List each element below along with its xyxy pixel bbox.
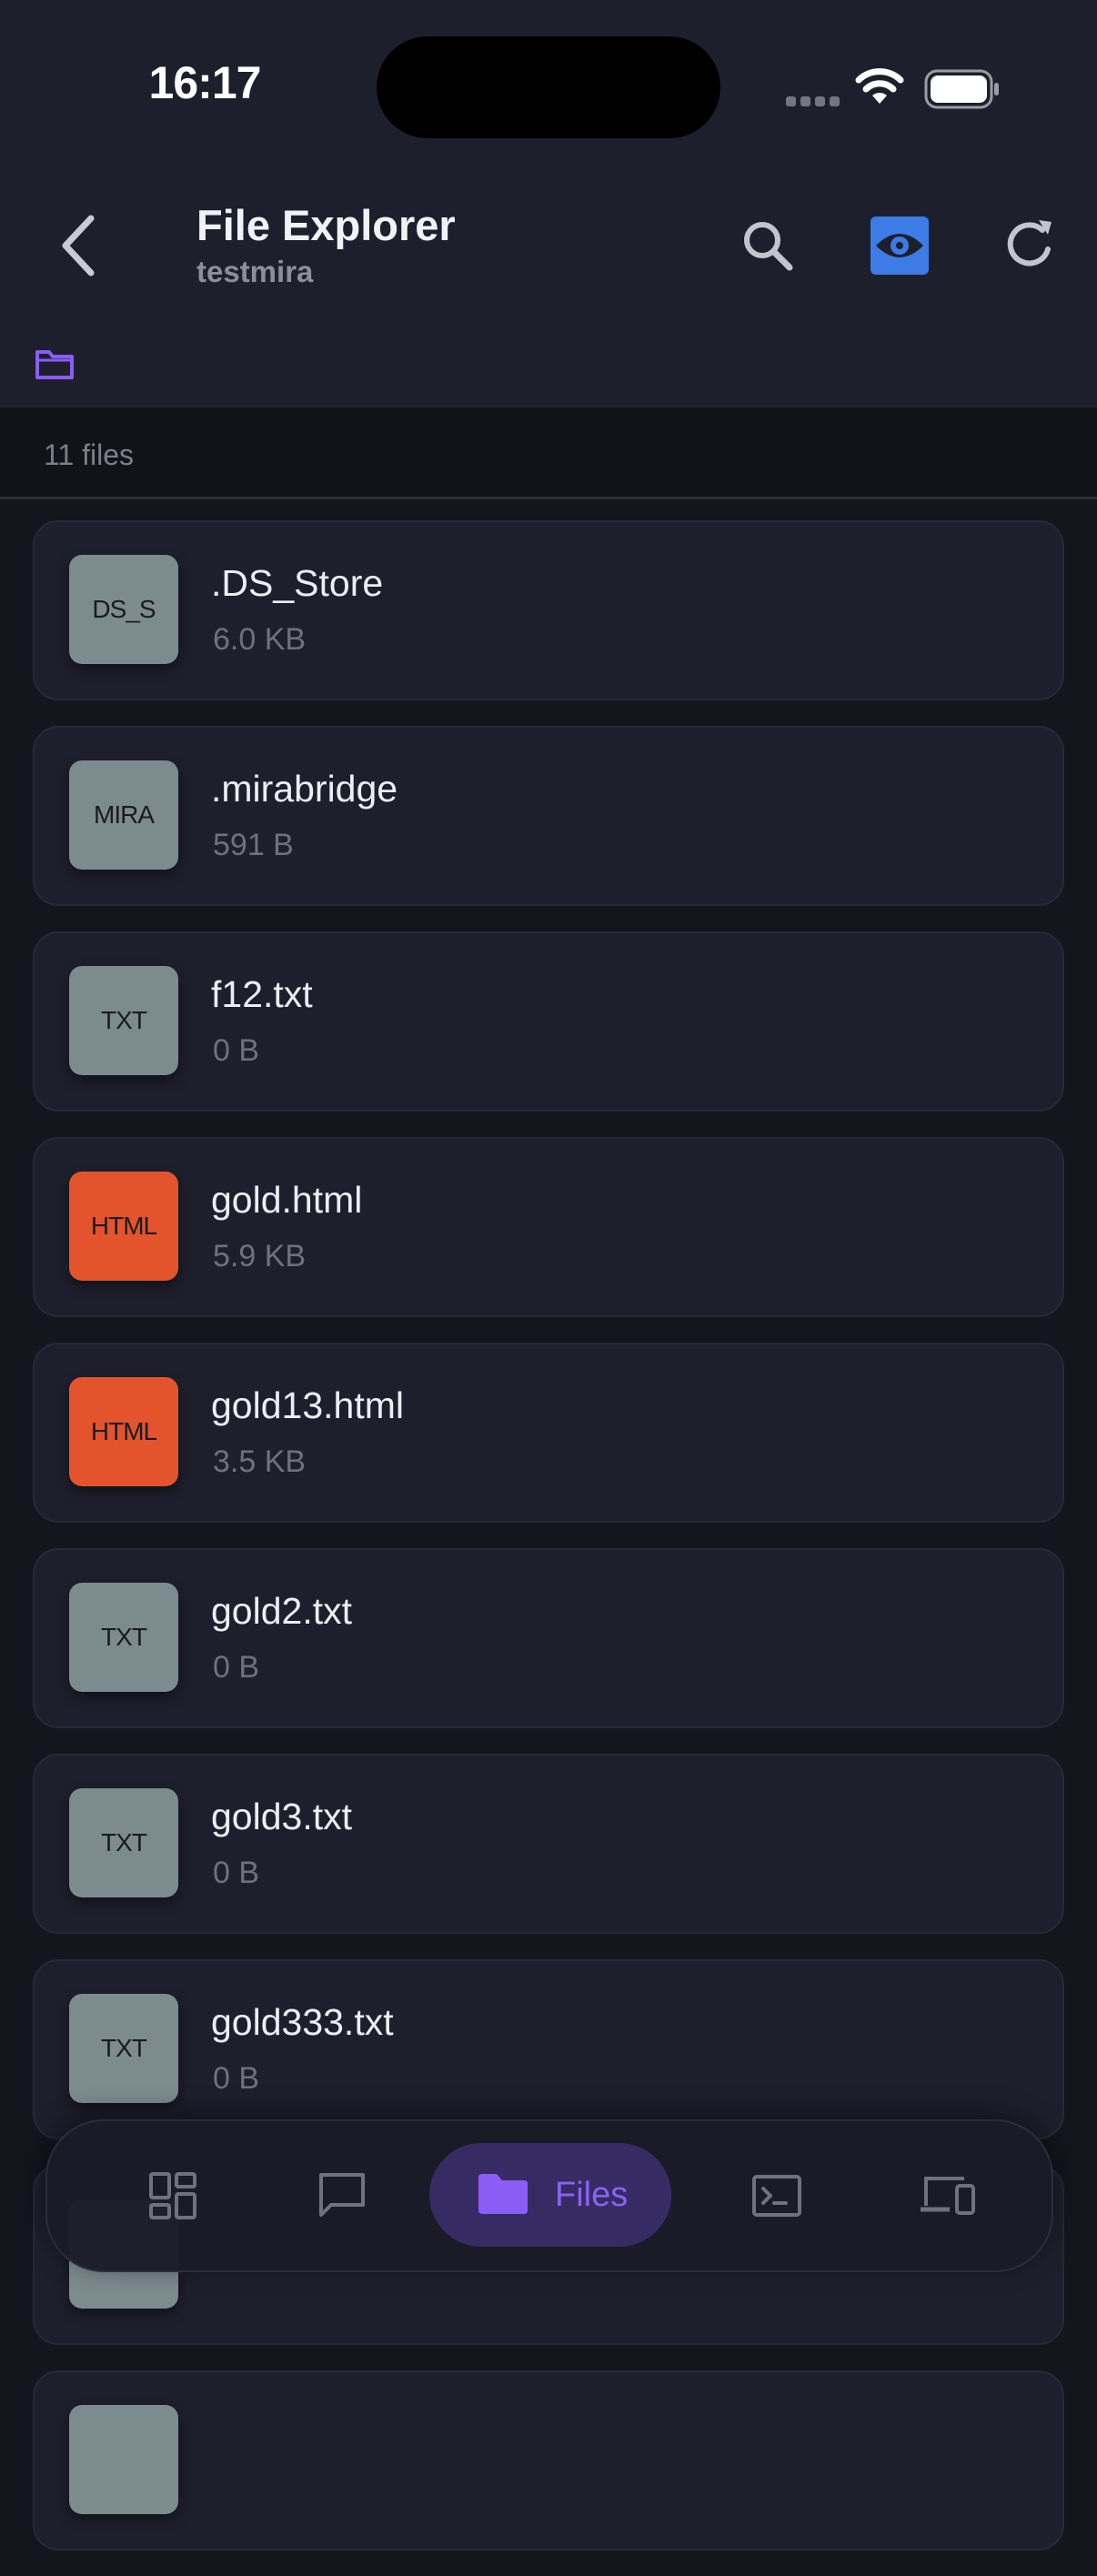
file-size: 6.0 KB [213,622,307,657]
file-row[interactable]: TXT gold2.txt 0 B [33,1548,1064,1728]
devices-icon [921,2177,975,2215]
file-name: gold2.txt [211,1590,352,1632]
breadcrumb-root-folder-icon[interactable] [35,347,75,380]
file-size: 0 B [213,1033,260,1068]
nav-chat[interactable] [300,2154,384,2238]
file-type-icon: TXT [69,1994,178,2103]
file-name: .DS_Store [211,562,384,604]
file-size: 5.9 KB [213,1239,307,1273]
file-name: f12.txt [211,973,313,1015]
file-size: 0 B [213,1650,260,1685]
file-size: 591 B [213,828,294,862]
terminal-icon [752,2175,801,2217]
file-size: 0 B [213,1856,260,1890]
file-row[interactable]: HTML gold13.html 3.5 KB [33,1343,1064,1523]
nav-dashboard[interactable] [131,2154,215,2238]
dashboard-icon [149,2172,196,2219]
file-type-icon: DS_S [69,555,178,664]
wifi-icon [855,68,904,104]
back-button[interactable] [53,211,104,280]
file-name: .mirabridge [211,768,398,810]
file-name: gold.html [211,1179,363,1221]
file-type-icon: TXT [69,1583,178,1692]
file-name: gold333.txt [211,2001,394,2043]
file-type-icon: HTML [69,1377,178,1486]
refresh-button[interactable] [997,213,1062,278]
file-row[interactable]: DS_S .DS_Store 6.0 KB [33,520,1064,700]
file-type-icon: HTML [69,1172,178,1281]
file-type-icon: TXT [69,966,178,1075]
file-type-icon [69,2405,178,2514]
files-summary-bar: 11 files [0,408,1097,499]
file-row[interactable] [33,2370,1064,2551]
chat-icon [319,2173,365,2217]
file-size: 0 B [213,2061,260,2096]
nav-devices[interactable] [906,2154,990,2238]
file-row[interactable]: HTML gold.html 5.9 KB [33,1137,1064,1317]
top-bar: 16:17 File Explorer testmira [0,0,1097,408]
file-row[interactable]: TXT f12.txt 0 B [33,931,1064,1112]
nav-files-label: Files [555,2176,629,2214]
file-name: gold13.html [211,1384,404,1426]
search-button[interactable] [735,213,800,278]
file-row[interactable]: MIRA .mirabridge 591 B [33,726,1064,906]
file-row[interactable]: TXT gold3.txt 0 B [33,1754,1064,1934]
file-row[interactable]: TXT gold333.txt 0 B [33,1959,1064,2139]
dynamic-island [377,36,720,138]
file-size: 3.5 KB [213,1444,307,1479]
file-type-icon: MIRA [69,760,178,870]
nav-files[interactable]: Files [429,2143,671,2247]
page-subtitle: testmira [196,255,314,288]
file-type-icon: TXT [69,1788,178,1897]
preview-toggle-button[interactable] [867,213,932,278]
file-name: gold3.txt [211,1796,352,1837]
page-title: File Explorer [196,201,456,249]
nav-terminal[interactable] [735,2154,819,2238]
folder-icon [478,2174,528,2214]
files-count: 11 files [44,438,135,471]
bottom-nav: Files [45,2119,1053,2272]
battery-icon [924,69,999,109]
status-time: 16:17 [148,57,262,108]
